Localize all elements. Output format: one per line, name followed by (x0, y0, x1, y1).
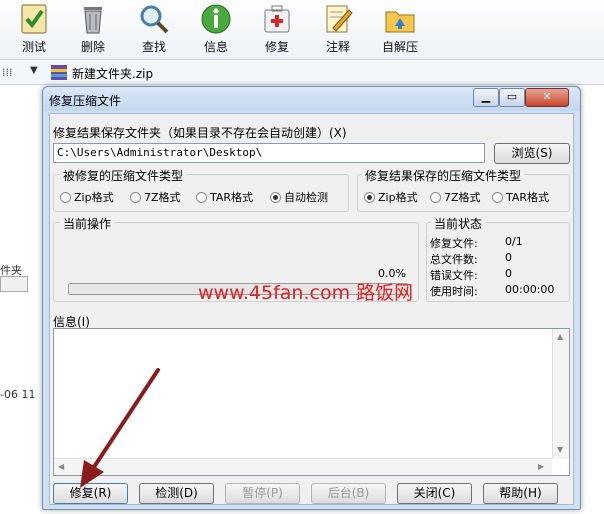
scroll-up-icon[interactable]: ▲ (557, 332, 563, 341)
watermark-text: www.45fan.com 路饭网 (198, 282, 414, 304)
close-icon: ✕ (542, 90, 552, 103)
archive-path: 新建文件夹.zip (72, 67, 154, 81)
browse-button[interactable]: 浏览(S) (494, 143, 570, 164)
maximize-button[interactable]: ▭ (499, 88, 525, 107)
background-button[interactable]: 后台(B) (311, 483, 386, 504)
info-horizontal-scrollbar[interactable]: ◀ ▶ (54, 458, 552, 475)
check-button-label: 检测(D) (155, 486, 198, 500)
status-elapsed-time-label: 使用时间: (430, 285, 478, 298)
current-status-group: 当前状态 修复文件: 0/1 总文件数: 0 错误文件: 0 使用时间: 00:… (426, 215, 570, 302)
status-error-files-label: 错误文件: (430, 269, 478, 282)
radio-dot (492, 192, 503, 203)
status-total-files-label: 总文件数: (430, 253, 478, 266)
chevron-down-icon[interactable]: ▼ (30, 65, 38, 76)
dialog-title: 修复压缩文件 (49, 94, 122, 108)
close-button-label: 关闭(C) (413, 486, 456, 500)
magnifier-icon (140, 5, 169, 34)
toolbar-delete-button[interactable]: 删除 (69, 2, 117, 58)
repair-button[interactable]: 修复(R) (53, 483, 128, 504)
toolbar-delete-label: 删除 (80, 40, 105, 54)
radio-dot (60, 192, 71, 203)
source-type-tar-radio[interactable]: TAR格式 (196, 189, 253, 205)
radio-label: Zip格式 (74, 191, 114, 204)
source-type-auto-radio[interactable]: 自动检测 (270, 189, 328, 205)
result-type-group: 修复结果保存的压缩文件类型 Zip格式 7Z格式 TAR格式 (357, 167, 570, 212)
toolbar-test-button[interactable]: 测试 (10, 2, 58, 58)
radio-label: 7Z格式 (444, 191, 481, 204)
scroll-down-icon[interactable]: ▼ (557, 445, 563, 454)
current-operation-title: 当前操作 (60, 215, 115, 232)
test-icon (21, 4, 47, 34)
info-vertical-scrollbar[interactable]: ▲ ▼ (552, 329, 569, 459)
background-button-fragment (0, 276, 28, 292)
toolbar-find-button[interactable]: 查找 (130, 2, 178, 58)
close-window-button[interactable]: ✕ (525, 88, 569, 107)
source-type-7z-radio[interactable]: 7Z格式 (130, 189, 181, 205)
result-type-title: 修复结果保存的压缩文件类型 (362, 167, 525, 184)
status-error-files-value: 0 (505, 267, 512, 280)
repair-button-label: 修复(R) (69, 486, 112, 500)
result-type-tar-radio[interactable]: TAR格式 (492, 189, 549, 205)
close-button[interactable]: 关闭(C) (397, 483, 472, 504)
scroll-left-icon[interactable]: ◀ (58, 462, 64, 471)
radio-dot-selected (364, 192, 375, 203)
status-elapsed-time-value: 00:00:00 (505, 283, 555, 296)
current-status-title: 当前状态 (431, 215, 486, 232)
source-type-group: 被修复的压缩文件类型 Zip格式 7Z格式 TAR格式 自动检测 (53, 167, 349, 212)
file-list-panel: 件夹 -06 11 (0, 86, 42, 514)
radio-label: TAR格式 (506, 191, 550, 204)
sfx-folder-icon (385, 11, 415, 33)
repair-kit-icon (264, 5, 290, 33)
scroll-right-icon[interactable]: ▶ (538, 462, 544, 471)
background-date-fragment: -06 11 (0, 388, 36, 401)
radio-dot-selected (270, 192, 281, 203)
toolbar-find-label: 查找 (141, 40, 166, 54)
comment-icon (326, 5, 353, 33)
help-button-label: 帮助(H) (499, 486, 542, 500)
pause-button[interactable]: 暂停(P) (225, 483, 300, 504)
toolbar-info-label: 信息 (203, 40, 228, 54)
background-button-label: 后台(B) (327, 486, 370, 500)
save-folder-input[interactable]: C:\Users\Administrator\Desktop\ (53, 143, 485, 163)
toolbar-comment-label: 注释 (325, 40, 350, 54)
radio-dot (430, 192, 441, 203)
radio-label: 自动检测 (284, 191, 328, 204)
toolbar-repair-button[interactable]: 修复 (253, 2, 301, 58)
info-textarea[interactable]: ▲ ▼ ◀ ▶ (53, 328, 570, 476)
toolbar: 测试 删除 查找 信息 修复 注释 自解压 (0, 0, 604, 60)
view-grid-icon[interactable]: ⁞⁞⁞ (2, 66, 13, 79)
browse-button-label: 浏览(S) (511, 146, 553, 160)
status-repair-files-label: 修复文件: (430, 237, 478, 250)
toolbar-test-label: 测试 (21, 40, 46, 54)
radio-dot (130, 192, 141, 203)
help-button[interactable]: 帮助(H) (483, 483, 558, 504)
toolbar-info-button[interactable]: 信息 (192, 2, 240, 58)
toolbar-comment-button[interactable]: 注释 (314, 2, 362, 58)
radio-dot (196, 192, 207, 203)
toolbar-sfx-label: 自解压 (381, 40, 418, 54)
maximize-icon: ▭ (506, 90, 518, 103)
info-icon (201, 4, 231, 34)
result-type-7z-radio[interactable]: 7Z格式 (430, 189, 481, 205)
minimize-icon: ▁ (481, 90, 491, 103)
minimize-button[interactable]: ▁ (473, 88, 499, 107)
dialog-client-area: 修复结果保存文件夹（如果目录不存在会自动创建）(X) C:\Users\Admi… (49, 113, 574, 505)
status-total-files-value: 0 (505, 251, 512, 264)
address-bar: ⁞⁞⁞ ▼ 新建文件夹.zip (0, 61, 604, 85)
status-repair-files-value: 0/1 (505, 235, 523, 248)
radio-label: Zip格式 (378, 191, 418, 204)
radio-label: 7Z格式 (144, 191, 181, 204)
toolbar-sfx-button[interactable]: 自解压 (376, 2, 424, 58)
source-type-title: 被修复的压缩文件类型 (60, 167, 187, 184)
save-folder-label: 修复结果保存文件夹（如果目录不存在会自动创建）(X) (53, 126, 347, 140)
check-button[interactable]: 检测(D) (139, 483, 214, 504)
pause-button-label: 暂停(P) (242, 486, 283, 500)
toolbar-repair-label: 修复 (264, 40, 289, 54)
radio-label: TAR格式 (210, 191, 254, 204)
result-type-zip-radio[interactable]: Zip格式 (364, 189, 418, 205)
source-type-zip-radio[interactable]: Zip格式 (60, 189, 114, 205)
trash-icon (84, 7, 102, 34)
dialog-title-bar[interactable]: 修复压缩文件 ▁ ▭ ✕ (43, 87, 580, 111)
zip-archive-icon (51, 65, 67, 80)
